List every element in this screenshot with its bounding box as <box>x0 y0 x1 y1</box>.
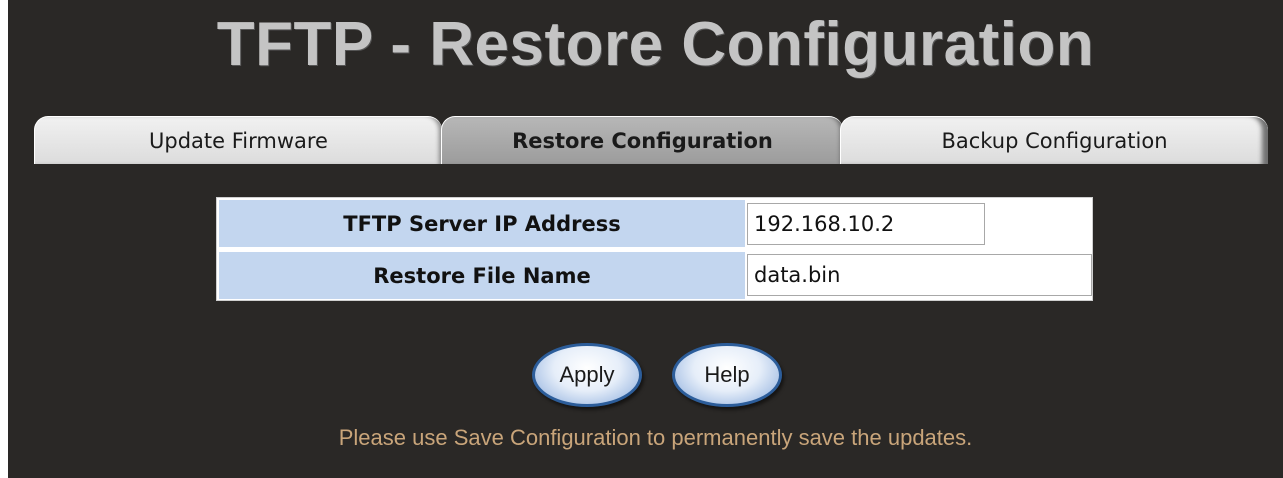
tab-update-firmware[interactable]: Update Firmware <box>34 116 442 164</box>
tab-restore-configuration[interactable]: Restore Configuration <box>441 116 843 164</box>
server-ip-label: TFTP Server IP Address <box>219 200 745 247</box>
main-panel: TFTP - Restore Configuration Update Firm… <box>8 0 1283 478</box>
save-notice: Please use Save Configuration to permane… <box>338 425 973 450</box>
file-name-input[interactable] <box>747 254 1092 296</box>
page-title: TFTP - Restore Configuration <box>216 10 1095 79</box>
help-button[interactable]: Help <box>672 343 782 407</box>
restore-form: TFTP Server IP Address Restore File Name <box>216 197 1093 301</box>
file-name-label: Restore File Name <box>219 252 745 299</box>
tab-backup-configuration[interactable]: Backup Configuration <box>840 116 1268 164</box>
apply-button[interactable]: Apply <box>532 343 642 407</box>
server-ip-input[interactable] <box>747 203 985 245</box>
